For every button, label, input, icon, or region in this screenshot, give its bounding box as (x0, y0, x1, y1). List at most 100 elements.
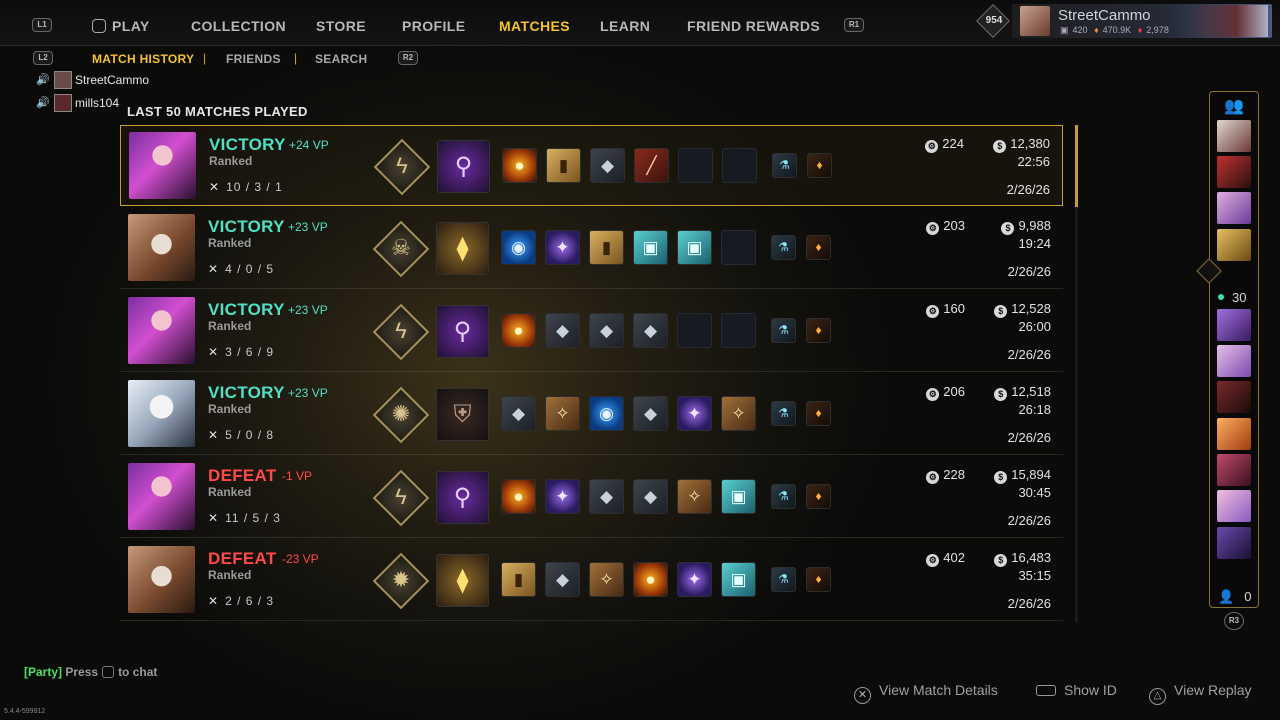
nav-collection[interactable]: COLLECTION (191, 0, 286, 46)
vp-change: -23 VP (282, 552, 319, 566)
kda: ✕ 4 / 0 / 5 (208, 262, 274, 276)
friend-avatar[interactable] (1217, 418, 1251, 450)
friend-avatar[interactable] (1217, 309, 1251, 341)
gold-icon: $ (994, 471, 1008, 484)
match-duration: 26:18 (1018, 402, 1051, 417)
item-slot-icon: ◆ (633, 479, 668, 514)
match-row[interactable]: DEFEAT -1 VP Ranked ✕ 11 / 5 / 3 ϟ ⚲ ● ✦ ◆ ◆ ✧ ▣ ⚗ ♦ ⚙ 2… (120, 457, 1063, 538)
item-slot-icon: ✧ (589, 562, 624, 597)
l1-button-hint: L1 (32, 18, 52, 32)
friend-avatar[interactable] (1217, 345, 1251, 377)
nav-matches[interactable]: MATCHES (499, 0, 570, 46)
starter-item-icon: ⚲ (437, 140, 490, 193)
item-slot-icon: ▣ (633, 230, 668, 265)
aspect-glyph: ✹ (391, 567, 411, 592)
item-slot-icon: ▣ (721, 562, 756, 597)
friend-avatar[interactable] (1217, 381, 1251, 413)
player-name: StreetCammo (1058, 7, 1151, 24)
view-replay-label: View Replay (1174, 682, 1252, 698)
score-stat: ⚙ 203 (926, 218, 965, 235)
kda-value: 10 / 3 / 1 (226, 180, 283, 194)
view-replay-button[interactable]: △ View Replay (1149, 682, 1252, 705)
tab-match-history[interactable]: MATCH HISTORY (92, 52, 194, 66)
aspect-glyph: ϟ (395, 318, 407, 343)
friend-requests-count[interactable]: 👤 0 (1218, 589, 1251, 605)
nav-profile[interactable]: PROFILE (402, 0, 465, 46)
match-row[interactable]: DEFEAT -23 VP Ranked ✕ 2 / 6 / 3 ✹ ⧫ ▮ ◆ ✧ ● ✦ ▣ ⚗ ♦ ⚙ 4… (120, 540, 1063, 621)
match-mode: Ranked (208, 568, 252, 582)
touchpad-key-icon (102, 666, 115, 678)
item-slot-icon: ✦ (545, 479, 580, 514)
aspect-glyph: ϟ (395, 484, 407, 509)
nav-friend-rewards[interactable]: FRIEND REWARDS (687, 0, 820, 46)
match-result: DEFEAT (208, 466, 277, 485)
match-row[interactable]: VICTORY +23 VP Ranked ✕ 5 / 0 / 8 ✺ ⛨ ◆ ✧ ◉ ◆ ✦ ✧ ⚗ ♦ ⚙… (120, 374, 1063, 455)
vial-consumable-icon: ⚗ (771, 401, 796, 426)
starter-item-icon: ⛨ (436, 388, 489, 441)
playstation-icon (92, 19, 106, 33)
party-member-avatar[interactable] (1217, 120, 1251, 152)
god-portrait (128, 463, 195, 530)
vp-change: +23 VP (288, 220, 328, 234)
party-member-avatar[interactable] (1217, 156, 1251, 188)
tab-search[interactable]: SEARCH (315, 52, 367, 66)
party-member-avatar[interactable] (1217, 192, 1251, 224)
cross-button-icon: ✕ (854, 687, 871, 704)
gold-currency-icon: ♦ (1094, 25, 1099, 35)
nav-store[interactable]: STORE (316, 0, 366, 46)
triangle-button-icon: △ (1149, 688, 1166, 705)
scrollbar-thumb[interactable] (1075, 125, 1078, 207)
kda: ✕ 5 / 0 / 8 (208, 428, 274, 442)
view-match-details-button[interactable]: ✕ View Match Details (854, 682, 998, 704)
match-mode: Ranked (208, 485, 252, 499)
show-id-button[interactable]: Show ID (1036, 682, 1117, 698)
friend-avatar[interactable] (1217, 490, 1251, 522)
friend-avatar[interactable] (1217, 527, 1251, 559)
view-match-details-label: View Match Details (879, 682, 998, 698)
account-level: 954 (985, 15, 1003, 26)
gold-value: 12,518 (1011, 384, 1051, 399)
voice-name: StreetCammo (75, 73, 150, 87)
friend-avatar[interactable] (1217, 454, 1251, 486)
item-slot-icon (678, 148, 713, 183)
vp-change: +23 VP (288, 386, 328, 400)
match-row[interactable]: VICTORY +24 VP Ranked ✕ 10 / 3 / 1 ϟ ⚲ ● ▮ ◆ ╱ ⚗ ♦ ⚙ 2… (120, 125, 1063, 206)
item-slot-icon: ◆ (545, 313, 580, 348)
kda: ✕ 11 / 5 / 3 (208, 511, 281, 525)
gold-stat: $12,528 (994, 301, 1051, 318)
item-slot-icon: ▮ (589, 230, 624, 265)
starter-item-icon: ⧫ (436, 222, 489, 275)
party-member-avatar[interactable] (1217, 229, 1251, 261)
aspect-icon: ✹ (372, 552, 430, 610)
voice-name: mills104 (75, 96, 120, 110)
kda-value: 3 / 6 / 9 (225, 345, 275, 359)
crossed-swords-icon: ✕ (208, 428, 220, 442)
starter-item-icon: ⧫ (436, 554, 489, 607)
gold-icon: $ (994, 554, 1008, 567)
ember-consumable-icon: ♦ (807, 153, 832, 178)
score-value: 228 (943, 467, 965, 482)
nav-play[interactable]: PLAY (92, 0, 150, 46)
gold-currency-value: 470.9K (1102, 25, 1132, 35)
tab-friends[interactable]: FRIENDS (226, 52, 281, 66)
tab-separator: | (203, 51, 207, 65)
match-duration: 19:24 (1018, 236, 1051, 251)
party-icon[interactable]: 👥 (1224, 96, 1244, 116)
match-mode: Ranked (208, 402, 252, 416)
gold-stat: $9,988 (1001, 218, 1051, 235)
match-date: 2/26/26 (1006, 182, 1050, 197)
item-slot-icon: ✧ (721, 396, 756, 431)
gold-stat: $12,380 (993, 136, 1050, 153)
voice-avatar (54, 71, 72, 89)
match-row[interactable]: VICTORY +23 VP Ranked ✕ 3 / 6 / 9 ϟ ⚲ ● ◆ ◆ ◆ ⚗ ♦ ⚙ 16… (120, 291, 1063, 372)
match-duration: 35:15 (1018, 568, 1051, 583)
item-slot-icon: ◆ (589, 313, 624, 348)
player-currencies: ▣ 420 ♦ 470.9K ♦ 2,978 (1060, 25, 1173, 36)
gold-value: 9,988 (1018, 218, 1051, 233)
tab-separator: | (294, 51, 298, 65)
match-row[interactable]: VICTORY +23 VP Ranked ✕ 4 / 0 / 5 ☠ ⧫ ◉ ✦ ▮ ▣ ▣ ⚗ ♦ ⚙ 2… (120, 208, 1063, 289)
gold-value: 16,483 (1011, 550, 1051, 565)
nav-learn[interactable]: LEARN (600, 0, 650, 46)
top-navigation-bar: L1 PLAY COLLECTION STORE PROFILE MATCHES… (0, 0, 1280, 46)
kda-value: 2 / 6 / 3 (225, 594, 275, 608)
